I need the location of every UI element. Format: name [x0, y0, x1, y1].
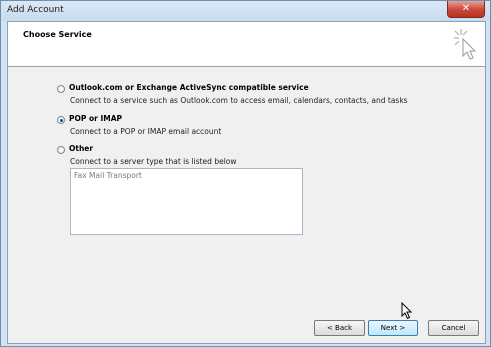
window-title: Add Account: [7, 5, 64, 15]
title-bar[interactable]: Add Account ✕: [1, 1, 490, 21]
radio-exchange[interactable]: [57, 85, 65, 93]
dialog-body: Choose Service Outlook.com or Exchange A…: [7, 21, 486, 344]
close-button[interactable]: ✕: [447, 1, 485, 18]
option-other-label: Other: [69, 144, 94, 153]
wizard-header: Choose Service: [8, 22, 485, 67]
option-other-description: Connect to a server type that is listed …: [70, 157, 237, 166]
add-account-window: Add Account ✕ Choose Service Outlook.com…: [0, 0, 491, 347]
button-bar: < Back Next > Cancel: [8, 315, 485, 343]
mouse-pointer-icon: [401, 302, 413, 320]
radio-other[interactable]: [57, 146, 65, 154]
option-exchange-label: Outlook.com or Exchange ActiveSync compa…: [69, 83, 309, 92]
radio-pop-imap[interactable]: [57, 116, 65, 124]
option-pop-imap-description: Connect to a POP or IMAP email account: [70, 127, 222, 136]
next-button[interactable]: Next >: [368, 320, 418, 336]
list-item[interactable]: Fax Mail Transport: [74, 171, 142, 180]
server-type-listbox[interactable]: Fax Mail Transport: [70, 168, 303, 235]
page-title: Choose Service: [23, 30, 92, 39]
cancel-button[interactable]: Cancel: [428, 320, 479, 336]
back-button[interactable]: < Back: [314, 320, 365, 336]
option-pop-imap-label: POP or IMAP: [69, 114, 122, 123]
sparkle-cursor-icon: [454, 29, 477, 60]
option-exchange-description: Connect to a service such as Outlook.com…: [70, 96, 408, 105]
